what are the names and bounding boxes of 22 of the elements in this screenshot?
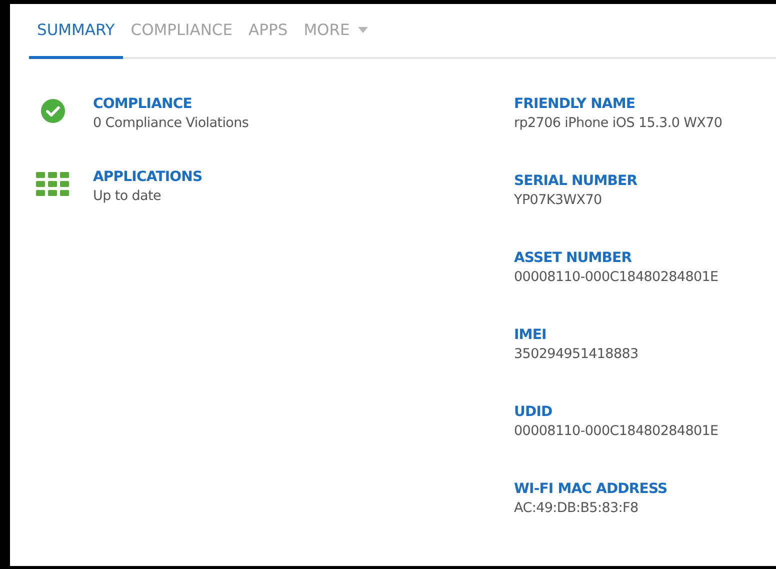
status-title: COMPLIANCE <box>93 96 193 112</box>
status-value: 0 Compliance Violations <box>93 115 249 131</box>
grid-icon <box>36 172 70 196</box>
status-title: APPLICATIONS <box>93 169 202 185</box>
field-label: WI-FI MAC ADDRESS <box>514 481 668 497</box>
field-value: 00008110-000C18480284801E <box>514 423 720 439</box>
tab[interactable]: MORE <box>296 4 376 59</box>
field-label: ASSET NUMBER <box>514 250 633 266</box>
field-value: rp2706 iPhone iOS 15.3.0 WX70 <box>514 115 722 131</box>
tab[interactable]: APPS <box>240 4 296 59</box>
field-value: 00008110-000C18480284801E <box>514 269 720 285</box>
tab[interactable]: COMPLIANCE <box>122 4 241 59</box>
field-label: SERIAL NUMBER <box>514 173 638 189</box>
tab[interactable]: SUMMARY <box>29 4 123 59</box>
field-label: IMEI <box>514 327 548 343</box>
status-value: Up to date <box>93 188 162 204</box>
field-value: AC:49:DB:B5:83:F8 <box>514 500 640 516</box>
field-label: FRIENDLY NAME <box>514 96 636 112</box>
check-circle-icon <box>41 99 65 123</box>
field-value: 350294951418883 <box>514 346 640 362</box>
field-value: YP07K3WX70 <box>514 192 603 208</box>
field-label: UDID <box>514 404 554 420</box>
